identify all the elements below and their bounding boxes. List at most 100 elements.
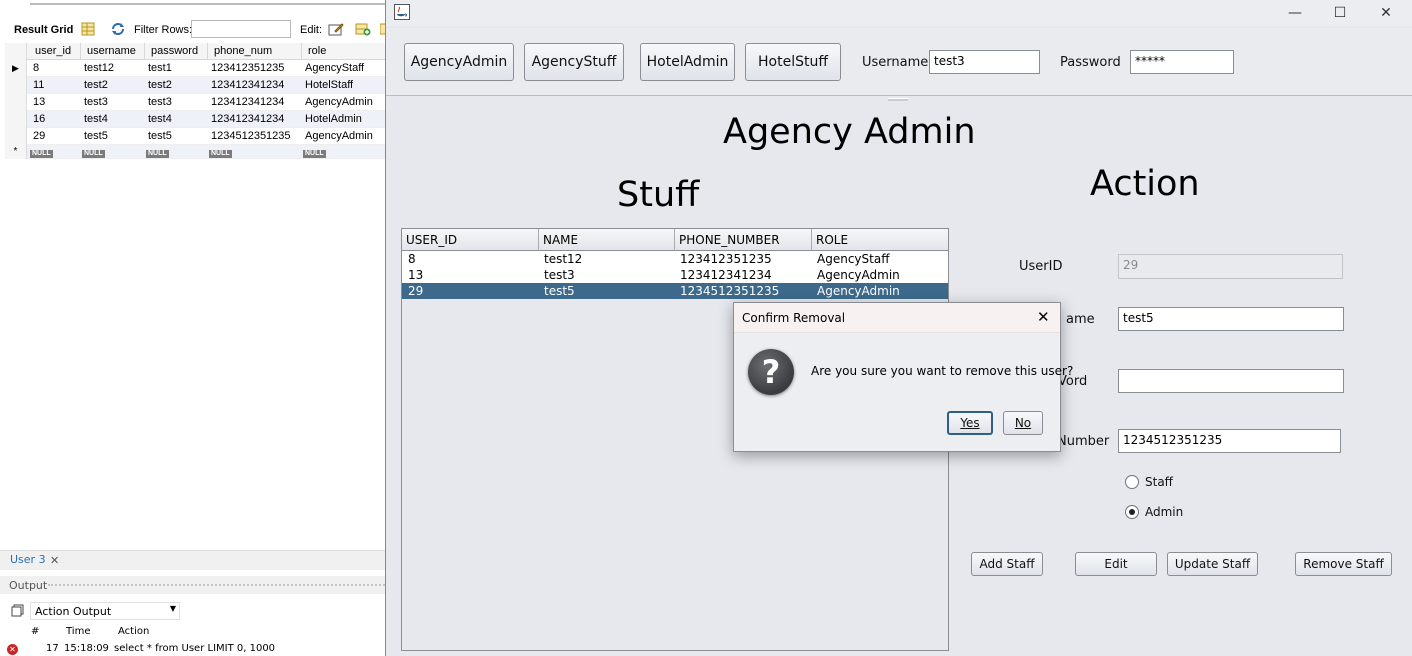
phone-number-label: Number (1057, 434, 1110, 449)
error-icon: ✕ (7, 644, 18, 655)
row-marker (5, 128, 27, 145)
cell[interactable]: AgencyStaff (305, 62, 364, 74)
agency-admin-button[interactable]: AgencyAdmin (404, 43, 514, 81)
output-splitter[interactable] (48, 584, 385, 587)
password-field[interactable]: ***** (1130, 50, 1234, 74)
cell[interactable]: 1234512351235 (211, 130, 291, 142)
output-row-action: select * from User LIMIT 0, 1000 (114, 643, 276, 654)
confirm-removal-dialog: Confirm Removal ✕ ? Are you sure you wan… (733, 302, 1073, 452)
column-header[interactable]: ROLE (812, 229, 948, 251)
cell[interactable]: 123412341234 (211, 79, 284, 91)
cell[interactable]: HotelStaff (305, 79, 353, 91)
column-header[interactable]: PHONE_NUMBER (675, 229, 812, 251)
cell[interactable]: 8 (33, 62, 39, 74)
cell: AgencyStaff (817, 252, 890, 266)
result-grid: user_id username password phone_num role… (5, 43, 385, 159)
agency-stuff-button[interactable]: AgencyStuff (524, 43, 624, 81)
maximize-icon[interactable]: ☐ (1329, 3, 1351, 23)
add-row-icon[interactable] (355, 22, 371, 36)
cell[interactable]: test3 (84, 96, 108, 108)
column-header[interactable]: phone_num (214, 45, 272, 57)
tab-user-3[interactable]: User 3 (10, 553, 46, 566)
admin-radio[interactable] (1125, 505, 1139, 519)
cell: AgencyAdmin (817, 268, 900, 282)
cell: 123412341234 (680, 268, 772, 282)
hotel-admin-button[interactable]: HotelAdmin (640, 43, 735, 81)
staff-radio-label: Staff (1145, 475, 1173, 489)
close-window-icon[interactable]: ✕ (1375, 3, 1397, 23)
hotel-stuff-button[interactable]: HotelStuff (745, 43, 841, 81)
table-row[interactable]: 16 test4 test4 123412341234 HotelAdmin (5, 111, 385, 128)
cell[interactable]: 16 (33, 113, 45, 125)
page-title: Agency Admin (723, 112, 976, 152)
edit-row-icon[interactable] (328, 22, 344, 36)
role-toolbar: AgencyAdmin AgencyStuff HotelAdmin Hotel… (386, 28, 1412, 96)
output-type-select[interactable]: Action Output ▼ (30, 602, 180, 620)
cell[interactable]: test5 (148, 130, 172, 142)
cell[interactable]: test12 (84, 62, 114, 74)
cell[interactable]: 123412351235 (211, 62, 284, 74)
column-header[interactable]: role (308, 45, 326, 57)
grid-view-icon[interactable] (81, 22, 97, 36)
table-row[interactable]: 13 test3 test3 123412341234 AgencyAdmin (5, 94, 385, 111)
refresh-icon[interactable] (110, 22, 126, 36)
cell[interactable]: 123412341234 (211, 96, 284, 108)
new-row[interactable]: * NULL NULL NULL NULL NULL (5, 145, 385, 159)
update-staff-button[interactable]: Update Staff (1167, 552, 1258, 576)
edit-button[interactable]: Edit (1075, 552, 1157, 576)
table-row[interactable]: 29 test5 test5 1234512351235 AgencyAdmin (5, 128, 385, 145)
cell[interactable]: test4 (84, 113, 108, 125)
chevron-down-icon: ▼ (169, 604, 176, 613)
cell[interactable]: test2 (84, 79, 108, 91)
cell: 13 (408, 268, 424, 282)
yes-button[interactable]: Yes (947, 411, 993, 435)
staff-radio[interactable] (1125, 475, 1139, 489)
output-col-header: Action (118, 626, 150, 637)
dialog-message: Are you sure you want to remove this use… (811, 364, 1074, 378)
remove-staff-button[interactable]: Remove Staff (1295, 552, 1392, 576)
split-pane-divider[interactable] (386, 95, 1412, 101)
username-form-label: ame (1066, 312, 1095, 327)
table-row[interactable]: ▶ 8 test12 test1 123412351235 AgencyStaf… (5, 60, 385, 77)
output-col-header: Time (66, 626, 91, 637)
column-header[interactable]: user_id (35, 45, 71, 57)
column-header[interactable]: username (87, 45, 136, 57)
copy-output-icon[interactable] (11, 604, 24, 620)
table-row[interactable]: 11 test2 test2 123412341234 HotelStaff (5, 77, 385, 94)
cell: test5 (544, 284, 575, 298)
username-field[interactable]: test3 (929, 50, 1040, 74)
minimize-icon[interactable]: — (1284, 3, 1306, 23)
cell[interactable]: 29 (33, 130, 45, 142)
cell[interactable]: test1 (148, 62, 172, 74)
close-tab-icon[interactable]: ✕ (50, 554, 59, 567)
cell[interactable]: test4 (148, 113, 172, 125)
cell[interactable]: 13 (33, 96, 45, 108)
cell[interactable]: HotelAdmin (305, 113, 362, 125)
cell[interactable]: test2 (148, 79, 172, 91)
cell[interactable]: 11 (33, 79, 44, 91)
cell[interactable]: 123412341234 (211, 113, 284, 125)
output-row-time: 15:18:09 (64, 643, 109, 654)
cell[interactable]: test5 (84, 130, 108, 142)
cell[interactable]: test3 (148, 96, 172, 108)
cell[interactable]: AgencyAdmin (305, 130, 373, 142)
add-staff-button[interactable]: Add Staff (971, 552, 1043, 576)
no-button[interactable]: No (1003, 411, 1043, 435)
filter-rows-input[interactable] (191, 20, 291, 38)
output-row-num: 17 (46, 643, 59, 654)
phone-number-field[interactable]: 1234512351235 (1118, 429, 1341, 453)
cell: 123412351235 (680, 252, 772, 266)
java-app-icon (394, 4, 410, 23)
column-header[interactable]: USER_ID (402, 229, 539, 251)
table-row-selected[interactable]: 29 test5 1234512351235 AgencyAdmin (402, 283, 948, 299)
close-icon[interactable]: ✕ (1037, 308, 1050, 326)
column-header[interactable]: NAME (539, 229, 675, 251)
table-row[interactable]: 13 test3 123412341234 AgencyAdmin (402, 267, 948, 283)
output-type-value: Action Output (35, 605, 112, 618)
result-grid-toolbar: Result Grid Filter Rows: Edit: (0, 18, 385, 42)
column-header[interactable]: password (151, 45, 198, 57)
username-form-field[interactable]: test5 (1118, 307, 1344, 331)
table-row[interactable]: 8 test12 123412351235 AgencyStaff (402, 251, 948, 267)
cell[interactable]: AgencyAdmin (305, 96, 373, 108)
password-form-field[interactable] (1118, 369, 1344, 393)
